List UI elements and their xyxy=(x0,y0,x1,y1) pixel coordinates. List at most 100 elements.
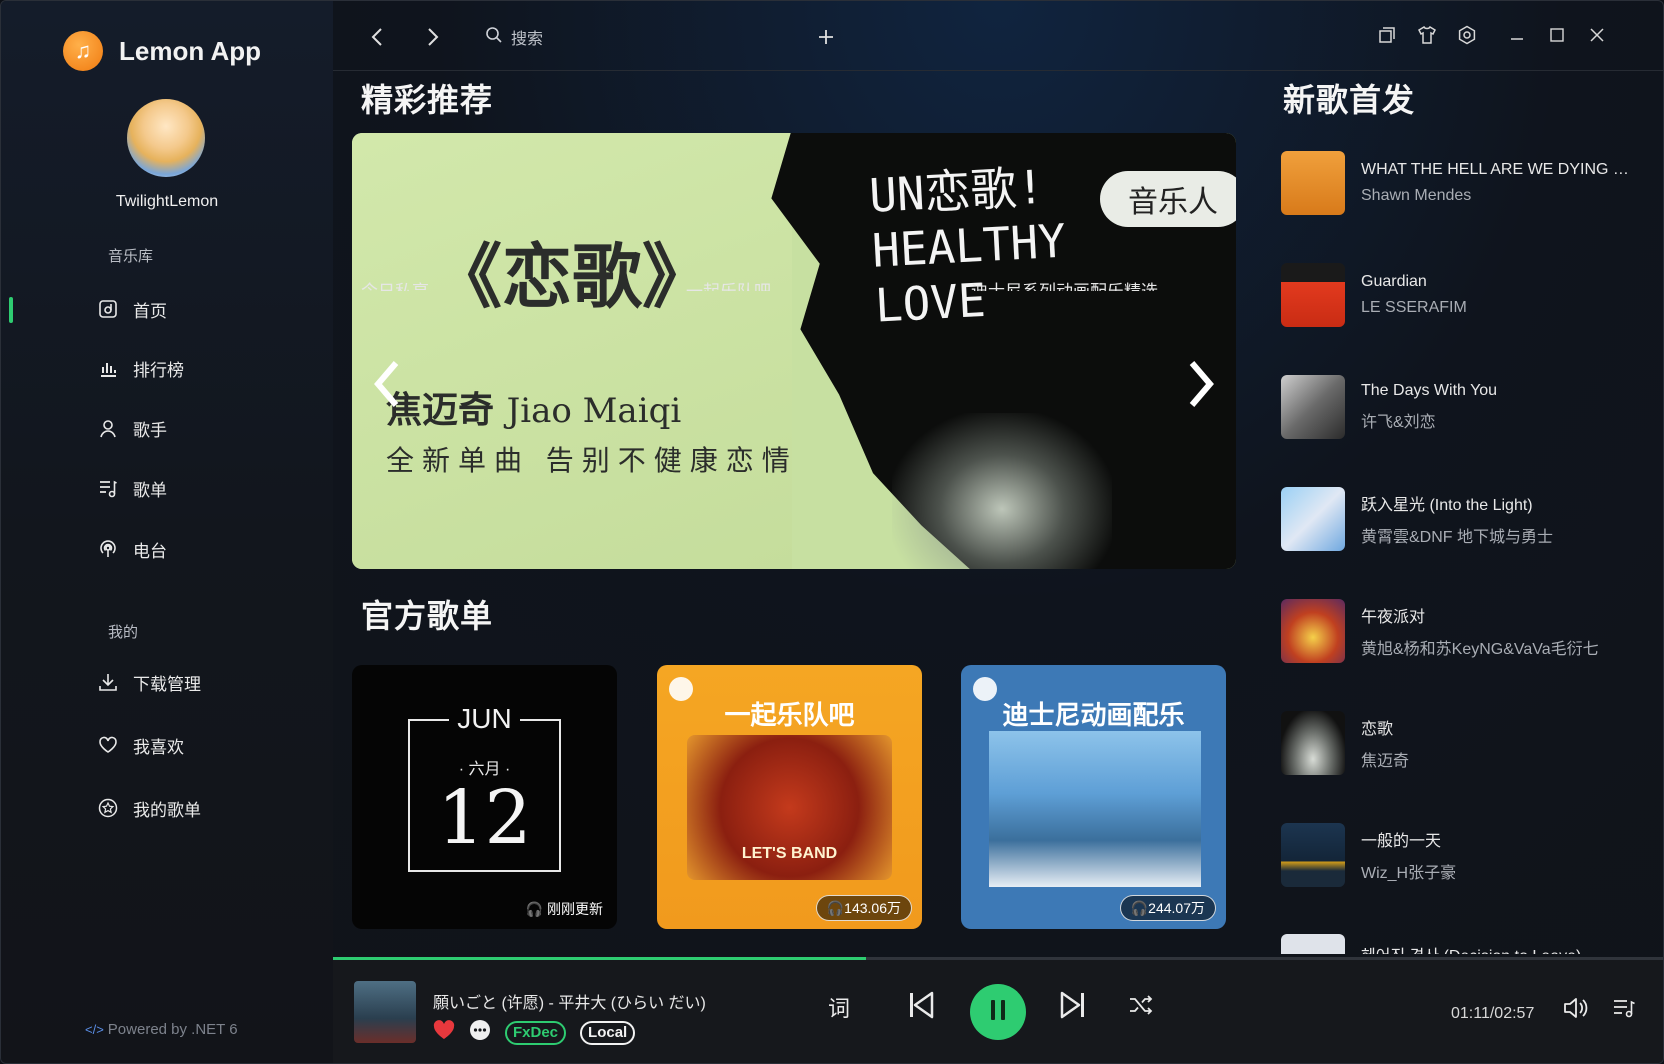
music-note-icon: ♫ xyxy=(63,31,103,71)
disney-artwork xyxy=(989,731,1201,887)
download-icon xyxy=(97,671,119,693)
volume-button[interactable] xyxy=(1561,995,1591,1025)
song-cover xyxy=(1281,823,1345,887)
song-title: 恋歌 xyxy=(1361,721,1394,738)
fxdec-badge[interactable]: FxDec xyxy=(505,1020,567,1045)
banner-artist: 焦迈奇 Jiao Maiqi xyxy=(386,389,682,431)
featured-banner[interactable]: 《恋歌》 焦迈奇 Jiao Maiqi 全新单曲 告别不健康恋情 UN恋歌! H… xyxy=(352,133,1236,569)
new-song-item[interactable]: The Days With You 许飞&刘恋 xyxy=(1281,374,1641,440)
chevron-right-icon xyxy=(1186,354,1216,423)
skin-button[interactable] xyxy=(1413,23,1441,51)
sidebar-item-label: 歌单 xyxy=(133,480,167,500)
cover-title: 一起乐队吧 xyxy=(724,700,855,730)
new-songs-title: 新歌首发 xyxy=(1283,82,1416,118)
sidebar-item-playlists[interactable]: 歌单 xyxy=(97,470,167,506)
playlist-card-band[interactable]: 一起乐队吧 LET'S BAND 🎧 143.06万 xyxy=(657,665,922,929)
sidebar-item-artists[interactable]: 歌手 xyxy=(97,410,167,446)
playlist-name[interactable]: 迪士尼系列动画配乐精选 xyxy=(971,277,1158,291)
settings-button[interactable] xyxy=(1453,23,1481,51)
new-song-item[interactable]: 헤어진 경사 (Decision to Leave) xyxy=(1281,934,1641,954)
local-badge[interactable]: Local xyxy=(580,1020,636,1045)
like-button[interactable] xyxy=(433,1020,455,1045)
active-indicator xyxy=(9,297,13,323)
sidebar-item-home[interactable]: 首页 xyxy=(97,291,167,327)
new-song-item[interactable]: 跃入星光 (Into the Light) 黄霄雲&DNF 地下城与勇士 xyxy=(1281,486,1641,552)
sidebar: ♫ Lemon App TwilightLemon 音乐库 首页 排行榜 歌手 xyxy=(1,1,333,1063)
lyrics-button[interactable]: 词 xyxy=(821,989,857,1025)
skip-back-icon xyxy=(908,991,934,1024)
app-name: Lemon App xyxy=(119,35,262,66)
song-cover xyxy=(1281,151,1345,215)
close-icon xyxy=(1589,27,1605,48)
close-button[interactable] xyxy=(1583,23,1611,51)
sidebar-item-label: 我的歌单 xyxy=(133,800,201,820)
maximize-button[interactable] xyxy=(1543,23,1571,51)
sidebar-item-my-playlists[interactable]: 我的歌单 xyxy=(97,790,201,826)
official-title: 官方歌单 xyxy=(361,598,494,634)
username[interactable]: TwilightLemon xyxy=(1,193,333,211)
avatar[interactable] xyxy=(127,99,205,177)
maximize-icon xyxy=(1549,27,1565,48)
banner-next-button[interactable] xyxy=(1166,313,1236,463)
song-title: 헤어진 경사 (Decision to Leave) xyxy=(1361,942,1631,954)
mini-window-icon xyxy=(1378,26,1396,49)
add-button[interactable] xyxy=(812,23,840,51)
now-playing-title[interactable]: 願いごと (许愿) - 平井大 (ひらい だい) xyxy=(433,989,706,1013)
playlist-queue-button[interactable] xyxy=(1609,995,1639,1025)
sidebar-item-favorites[interactable]: 我喜欢 xyxy=(97,727,184,763)
song-title: WHAT THE HELL ARE WE DYING F... xyxy=(1361,161,1631,178)
song-cover xyxy=(1281,711,1345,775)
playlist-card-disney[interactable]: 迪士尼动画配乐 🎧 244.07万 xyxy=(961,665,1226,929)
radio-icon xyxy=(97,538,119,560)
headphones-icon: 🎧 xyxy=(525,901,544,917)
new-song-item[interactable]: 恋歌 焦迈奇 xyxy=(1281,710,1641,776)
back-button[interactable] xyxy=(363,23,391,51)
song-artist: 黄旭&杨和苏KeyNG&VaVa毛衍七 xyxy=(1361,641,1599,658)
sidebar-item-label: 我喜欢 xyxy=(133,737,184,757)
shirt-icon xyxy=(1417,25,1437,49)
new-song-item[interactable]: WHAT THE HELL ARE WE DYING F... Shawn Men… xyxy=(1281,150,1641,216)
new-song-item[interactable]: 一般的一天 Wiz_H张子豪 xyxy=(1281,822,1641,888)
playlist-count: 🎧 刚刚更新 xyxy=(525,901,603,917)
minimize-icon xyxy=(1509,27,1525,48)
volume-icon xyxy=(1563,997,1589,1024)
now-playing-cover[interactable] xyxy=(354,981,416,1043)
chevron-left-icon xyxy=(372,354,402,423)
headphones-icon: 🎧 xyxy=(1130,899,1149,916)
powered-by: </> Powered by .NET 6 xyxy=(85,1021,238,1038)
next-button[interactable] xyxy=(1055,989,1091,1025)
shuffle-button[interactable] xyxy=(1123,989,1159,1025)
person-icon xyxy=(97,417,119,439)
sidebar-item-radio[interactable]: 电台 xyxy=(97,531,167,567)
minimize-button[interactable] xyxy=(1503,23,1531,51)
playlist-name[interactable]: 今日私享 xyxy=(361,277,429,291)
sidebar-item-downloads[interactable]: 下载管理 xyxy=(97,664,201,700)
banner-subtitle: 全新单曲 告别不健康恋情 xyxy=(386,445,798,476)
song-artist: LE SSERAFIM xyxy=(1361,299,1467,316)
sidebar-item-label: 排行榜 xyxy=(133,360,184,380)
banner-prev-button[interactable] xyxy=(352,313,422,463)
song-cover xyxy=(1281,599,1345,663)
song-cover xyxy=(1281,934,1345,954)
calendar-month: JUN xyxy=(449,703,520,734)
forward-button[interactable] xyxy=(419,23,447,51)
sidebar-item-charts[interactable]: 排行榜 xyxy=(97,350,184,386)
more-button[interactable] xyxy=(469,1019,491,1046)
song-artist: Wiz_H张子豪 xyxy=(1361,865,1457,882)
playlist-card-daily[interactable]: JUN · 六月 · 12 🎧 刚刚更新 xyxy=(352,665,617,929)
sidebar-item-label: 电台 xyxy=(133,541,167,561)
heart-icon xyxy=(97,734,119,756)
playlist-name[interactable]: 一起乐队吧 xyxy=(686,277,771,291)
mine-section-label: 我的 xyxy=(108,624,139,641)
progress-fill xyxy=(333,957,866,960)
search-input[interactable]: 搜索 xyxy=(485,23,543,51)
mini-window-button[interactable] xyxy=(1373,23,1401,51)
new-song-item[interactable]: Guardian LE SSERAFIM xyxy=(1281,262,1641,328)
new-song-item[interactable]: 午夜派对黄旭&杨和苏KeyNG&VaVa毛衍七 xyxy=(1281,598,1641,664)
song-title: 午夜派对 xyxy=(1361,609,1426,626)
previous-button[interactable] xyxy=(903,989,939,1025)
sidebar-item-label: 首页 xyxy=(133,301,167,321)
song-cover xyxy=(1281,375,1345,439)
pause-button[interactable] xyxy=(970,984,1026,1040)
playlist-count: 🎧 143.06万 xyxy=(815,895,912,921)
